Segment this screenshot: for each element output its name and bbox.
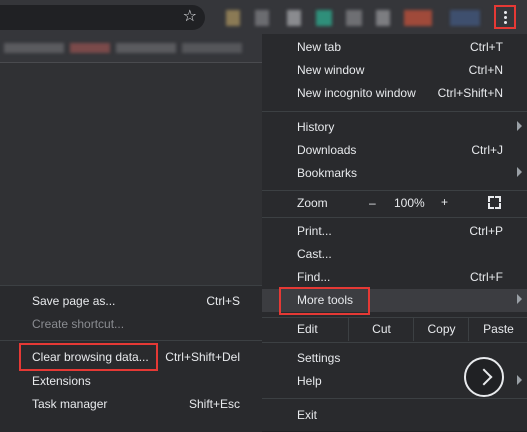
paste-button[interactable]: Paste <box>468 318 527 341</box>
extension-icon[interactable] <box>255 10 269 26</box>
menu-item-label: Bookmarks <box>297 166 358 180</box>
menu-item-label: New incognito window <box>297 86 416 100</box>
menu-item-label: New window <box>297 63 365 77</box>
menu-item-label: Save page as... <box>32 294 116 308</box>
chrome-main-menu: New tab Ctrl+T New window Ctrl+N New inc… <box>262 34 527 431</box>
menu-item-label: Downloads <box>297 143 357 157</box>
bookmark-item[interactable] <box>116 43 176 53</box>
extension-icon[interactable] <box>450 10 480 26</box>
submenu-arrow-icon <box>517 121 522 131</box>
submenu-arrow-icon <box>517 294 522 304</box>
menu-item-find[interactable]: Find... Ctrl+F <box>262 266 527 289</box>
bookmarks-bar <box>0 34 262 63</box>
submenu-item-create-shortcut: Create shortcut... <box>0 313 262 336</box>
shortcut-text: Shift+Esc <box>188 397 240 411</box>
menu-item-label: Exit <box>297 408 318 422</box>
shortcut-text: Ctrl+F <box>470 270 503 284</box>
chrome-menu-button[interactable] <box>494 5 516 29</box>
menu-item-history[interactable]: History <box>262 116 527 139</box>
menu-item-new-incognito[interactable]: New incognito window Ctrl+Shift+N <box>262 82 527 105</box>
submenu-item-task-manager[interactable]: Task manager Shift+Esc <box>0 393 262 416</box>
menu-item-label: Settings <box>297 351 341 365</box>
zoom-in-button[interactable]: + <box>441 195 448 209</box>
menu-item-label: Extensions <box>32 374 91 388</box>
menu-item-cast[interactable]: Cast... <box>262 243 527 266</box>
extension-icon[interactable] <box>287 10 301 26</box>
shortcut-text: Ctrl+Shift+Del <box>165 350 240 364</box>
submenu-arrow-icon <box>517 167 522 177</box>
highlight-box <box>19 343 158 371</box>
zoom-out-button[interactable]: – <box>369 196 376 210</box>
address-bar[interactable]: ☆ <box>0 5 205 30</box>
zoom-level: 100% <box>394 196 425 210</box>
submenu-arrow-icon <box>517 375 522 385</box>
menu-item-edit: Edit Cut Copy Paste <box>262 318 527 341</box>
fullscreen-icon[interactable] <box>488 196 501 209</box>
menu-item-label: Edit <box>297 322 318 336</box>
menu-item-exit[interactable]: Exit <box>262 404 527 427</box>
shortcut-text: Ctrl+N <box>468 63 503 77</box>
browser-toolbar: ☆ <box>0 0 527 34</box>
extension-icon[interactable] <box>404 10 432 26</box>
menu-divider <box>0 340 262 341</box>
menu-item-label: Zoom <box>297 196 328 210</box>
menu-item-new-tab[interactable]: New tab Ctrl+T <box>262 36 527 59</box>
menu-item-label: New tab <box>297 40 342 54</box>
menu-item-label: Help <box>297 374 322 388</box>
menu-item-label: Create shortcut... <box>32 317 125 331</box>
menu-item-print[interactable]: Print... Ctrl+P <box>262 220 527 243</box>
cut-button[interactable]: Cut <box>348 318 414 341</box>
bookmark-item[interactable] <box>70 43 110 53</box>
menu-divider <box>262 342 527 343</box>
menu-item-bookmarks[interactable]: Bookmarks <box>262 162 527 185</box>
menu-divider <box>262 111 527 112</box>
shortcut-text: Ctrl+J <box>471 143 503 157</box>
menu-divider <box>262 217 527 218</box>
copy-button[interactable]: Copy <box>413 318 469 341</box>
menu-item-label: Find... <box>297 270 331 284</box>
menu-item-downloads[interactable]: Downloads Ctrl+J <box>262 139 527 162</box>
extension-icon[interactable] <box>346 10 362 26</box>
more-vertical-icon <box>504 11 507 14</box>
submenu-item-save-page[interactable]: Save page as... Ctrl+S <box>0 290 262 313</box>
menu-item-label: History <box>297 120 335 134</box>
more-tools-submenu: Save page as... Ctrl+S Create shortcut..… <box>0 285 262 432</box>
submenu-item-extensions[interactable]: Extensions <box>0 370 262 393</box>
highlight-box <box>279 287 370 315</box>
bookmark-star-icon[interactable]: ☆ <box>183 8 197 26</box>
menu-item-label: Cast... <box>297 247 332 261</box>
extension-icon[interactable] <box>376 10 390 26</box>
extension-icon[interactable] <box>226 10 240 26</box>
menu-item-zoom: Zoom – 100% + <box>262 192 527 215</box>
forward-circle-icon <box>464 357 504 397</box>
bookmark-item[interactable] <box>4 43 64 53</box>
menu-divider <box>262 398 527 399</box>
extension-icon[interactable] <box>316 10 332 26</box>
shortcut-text: Ctrl+S <box>206 294 240 308</box>
shortcut-text: Ctrl+P <box>469 224 503 238</box>
menu-item-new-window[interactable]: New window Ctrl+N <box>262 59 527 82</box>
menu-item-label: Task manager <box>32 397 108 411</box>
menu-divider <box>262 190 527 191</box>
bookmark-item[interactable] <box>182 43 242 53</box>
menu-item-label: Print... <box>297 224 332 238</box>
shortcut-text: Ctrl+T <box>470 40 503 54</box>
shortcut-text: Ctrl+Shift+N <box>437 86 503 100</box>
